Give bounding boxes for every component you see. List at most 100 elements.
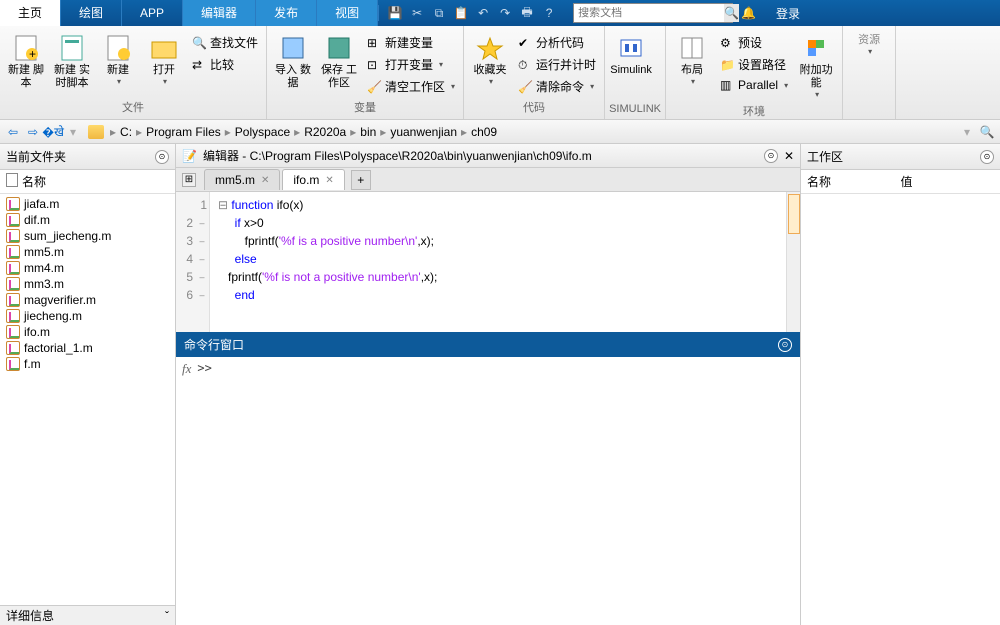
- ws-col-value[interactable]: 值: [901, 173, 995, 190]
- favorites-button[interactable]: 收藏夹: [468, 32, 512, 88]
- new-live-script-button[interactable]: 新建 实时脚本: [50, 32, 94, 92]
- parallel-button[interactable]: ▥Parallel: [716, 76, 792, 94]
- tabs-expand-icon[interactable]: ⊞: [182, 173, 196, 187]
- bc-4[interactable]: bin: [358, 125, 378, 139]
- workspace-columns: 名称 值: [801, 170, 1000, 194]
- file-item[interactable]: sum_jiecheng.m: [2, 228, 173, 244]
- breadcrumb: ▸C: ▸Program Files ▸Polyspace ▸R2020a ▸b…: [110, 125, 956, 139]
- file-item[interactable]: dif.m: [2, 212, 173, 228]
- collapse-icon[interactable]: ⊙: [980, 150, 994, 164]
- bc-0[interactable]: C:: [118, 125, 134, 139]
- command-window[interactable]: fx >>: [176, 357, 800, 625]
- save-workspace-button[interactable]: 保存 工作区: [317, 32, 361, 92]
- file-item[interactable]: mm3.m: [2, 276, 173, 292]
- m-file-icon: [6, 213, 20, 227]
- editor-tab-ifo[interactable]: ifo.m✕: [282, 169, 344, 190]
- editor-close-icon[interactable]: ✕: [784, 149, 794, 163]
- tab-view[interactable]: 视图: [317, 0, 378, 26]
- cmd-options-icon[interactable]: ⊙: [778, 338, 792, 352]
- addons-button[interactable]: 附加功能: [794, 32, 838, 101]
- m-file-icon: [6, 261, 20, 275]
- simulink-button[interactable]: Simulink: [609, 32, 653, 79]
- tab-publish[interactable]: 发布: [256, 0, 317, 26]
- file-item[interactable]: magverifier.m: [2, 292, 173, 308]
- ribbon: +新建 脚本 新建 实时脚本 新建 打开 🔍查找文件 ⇄比较 文件 导入 数据 …: [0, 26, 1000, 120]
- open-button[interactable]: 打开: [142, 32, 186, 88]
- code-area[interactable]: 1 2– 3– 4– 5– 6– ⊟ function ifo(x) if x>…: [176, 192, 800, 332]
- tab-plots[interactable]: 绘图: [61, 0, 122, 26]
- analyze-code-button[interactable]: ✔分析代码: [514, 32, 600, 53]
- tab-close-icon[interactable]: ✕: [261, 175, 269, 186]
- set-path-button[interactable]: 📁设置路径: [716, 54, 792, 75]
- file-item[interactable]: jiecheng.m: [2, 308, 173, 324]
- collapse-icon[interactable]: ⊙: [155, 150, 169, 164]
- resources-button[interactable]: 资源: [847, 32, 891, 58]
- code-content[interactable]: ⊟ function ifo(x) if x>0 fprintf('%f is …: [210, 192, 800, 332]
- layout-button[interactable]: 布局: [670, 32, 714, 88]
- tab-close-icon[interactable]: ✕: [325, 175, 333, 186]
- redo-icon[interactable]: ↷: [497, 5, 513, 21]
- current-folder-header: 当前文件夹 ⊙: [0, 144, 175, 170]
- bc-5[interactable]: yuanwenjian: [388, 125, 459, 139]
- code-scrollbar[interactable]: [786, 192, 800, 332]
- file-item[interactable]: factorial_1.m: [2, 340, 173, 356]
- tab-apps[interactable]: APP: [122, 0, 183, 26]
- editor-header: 📝 编辑器 - C:\Program Files\Polyspace\R2020…: [176, 144, 800, 168]
- group-label-env: 环境: [670, 101, 838, 121]
- file-list: jiafa.m dif.m sum_jiecheng.m mm5.m mm4.m…: [0, 194, 175, 605]
- bc-dropdown-icon[interactable]: ▾: [958, 123, 976, 141]
- svg-text:+: +: [29, 47, 36, 61]
- tab-add-button[interactable]: +: [351, 170, 371, 190]
- clear-ws-button[interactable]: 🧹清空工作区: [363, 76, 459, 97]
- file-item[interactable]: jiafa.m: [2, 196, 173, 212]
- up-icon[interactable]: �खे: [44, 123, 62, 141]
- m-file-icon: [6, 293, 20, 307]
- history-icon[interactable]: ▾: [64, 123, 82, 141]
- forward-icon[interactable]: ⇨: [24, 123, 42, 141]
- fx-icon[interactable]: fx: [182, 361, 191, 621]
- new-button[interactable]: 新建: [96, 32, 140, 88]
- copy-icon[interactable]: ⧉: [431, 5, 447, 21]
- ws-col-name[interactable]: 名称: [807, 173, 901, 190]
- back-icon[interactable]: ⇦: [4, 123, 22, 141]
- group-label-var: 变量: [271, 97, 459, 117]
- file-item[interactable]: f.m: [2, 356, 173, 372]
- import-data-button[interactable]: 导入 数据: [271, 32, 315, 92]
- details-footer[interactable]: 详细信息ˇ: [0, 605, 175, 625]
- col-name[interactable]: 名称: [22, 173, 46, 190]
- editor-options-icon[interactable]: ⊙: [764, 149, 778, 163]
- new-var-button[interactable]: ⊞新建变量: [363, 32, 459, 53]
- undo-icon[interactable]: ↶: [475, 5, 491, 21]
- group-label-simulink: SIMULINK: [609, 101, 661, 117]
- notifications-icon[interactable]: 🔔: [733, 6, 764, 20]
- prefs-button[interactable]: ⚙预设: [716, 32, 792, 53]
- search-input[interactable]: [574, 7, 724, 19]
- save-icon[interactable]: 💾: [387, 5, 403, 21]
- search-path-icon[interactable]: 🔍: [978, 123, 996, 141]
- file-item[interactable]: ifo.m: [2, 324, 173, 340]
- group-label-code: 代码: [468, 97, 600, 117]
- paste-icon[interactable]: 📋: [453, 5, 469, 21]
- run-timer-button[interactable]: ⏱运行并计时: [514, 54, 600, 75]
- editor-tab-mm5[interactable]: mm5.m✕: [204, 169, 280, 190]
- help-icon[interactable]: ?: [541, 5, 557, 21]
- open-var-button[interactable]: ⊡打开变量: [363, 54, 459, 75]
- new-script-button[interactable]: +新建 脚本: [4, 32, 48, 92]
- bc-2[interactable]: Polyspace: [233, 125, 292, 139]
- login-button[interactable]: 登录: [764, 5, 812, 22]
- file-item[interactable]: mm5.m: [2, 244, 173, 260]
- bc-1[interactable]: Program Files: [144, 125, 223, 139]
- cut-icon[interactable]: ✂: [409, 5, 425, 21]
- tab-home[interactable]: 主页: [0, 0, 61, 26]
- find-files-button[interactable]: 🔍查找文件: [188, 32, 262, 53]
- file-item[interactable]: mm4.m: [2, 260, 173, 276]
- bc-3[interactable]: R2020a: [302, 125, 348, 139]
- print-icon[interactable]: 🖶: [519, 5, 535, 21]
- clear-cmd-button[interactable]: 🧹清除命令: [514, 76, 600, 97]
- m-file-icon: [6, 277, 20, 291]
- compare-button[interactable]: ⇄比较: [188, 54, 262, 75]
- editor-tabs: ⊞ mm5.m✕ ifo.m✕ +: [176, 168, 800, 192]
- bc-6[interactable]: ch09: [469, 125, 499, 139]
- tab-editor[interactable]: 编辑器: [183, 0, 256, 26]
- current-folder-title: 当前文件夹: [6, 148, 66, 165]
